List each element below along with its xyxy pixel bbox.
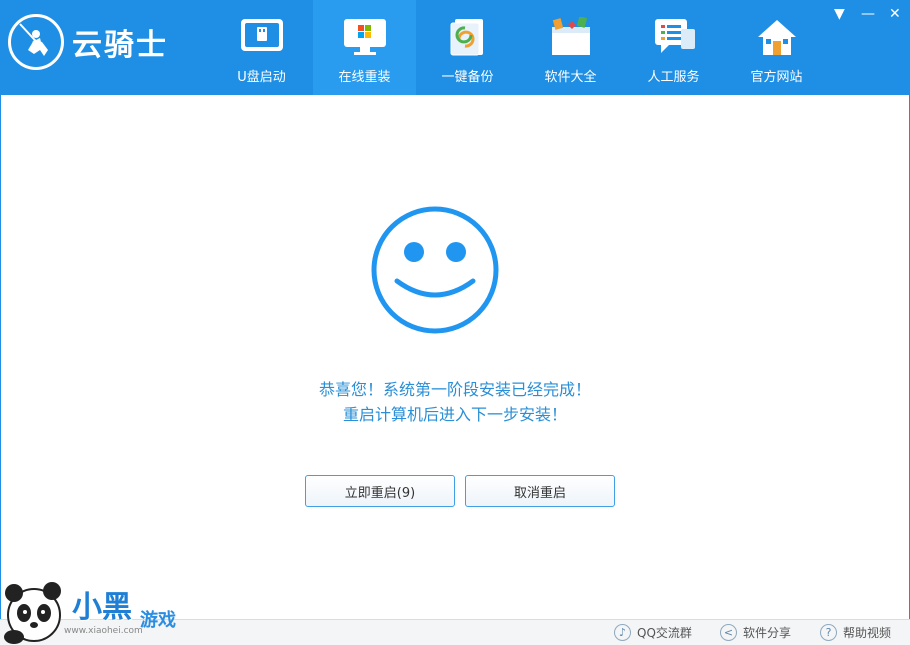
- tab-software-collection[interactable]: 软件大全: [519, 0, 622, 95]
- watermark-url: www.xiaohei.com: [64, 626, 143, 636]
- knight-logo-icon: [8, 14, 64, 70]
- tab-usb-boot[interactable]: U盘启动: [210, 0, 313, 95]
- app-name: 云骑士: [72, 28, 168, 63]
- qq-group-link[interactable]: ♪ QQ交流群: [614, 624, 692, 641]
- software-box-icon: [548, 16, 594, 58]
- restart-now-button[interactable]: 立即重启(9): [305, 475, 455, 507]
- close-button[interactable]: ✕: [889, 6, 901, 22]
- menu-dropdown-icon[interactable]: ▼: [834, 6, 845, 22]
- tab-label: U盘启动: [237, 70, 286, 85]
- tab-label: 一键备份: [441, 70, 494, 85]
- panda-icon: [4, 582, 61, 644]
- content-area: [0, 95, 910, 619]
- completion-message: 恭喜您！系统第一阶段安装已经完成！: [318, 380, 591, 399]
- cancel-restart-button[interactable]: 取消重启: [465, 475, 615, 507]
- chat-service-icon: [651, 16, 697, 58]
- tab-label: 官方网站: [750, 70, 803, 85]
- qq-icon: ♪: [614, 624, 631, 641]
- tab-online-reinstall[interactable]: 在线重装: [313, 0, 416, 95]
- tab-manual-service[interactable]: 人工服务: [622, 0, 725, 95]
- app-logo: 云骑士: [8, 12, 168, 72]
- share-label: 软件分享: [743, 626, 792, 640]
- usb-drive-icon: [239, 16, 285, 58]
- tab-label: 软件大全: [544, 70, 597, 85]
- backup-icon: [445, 16, 491, 58]
- help-icon: ?: [820, 624, 837, 641]
- watermark-subtitle: 游戏: [140, 610, 176, 631]
- tab-label: 人工服务: [647, 70, 700, 85]
- next-step-message: 重启计算机后进入下一步安装！: [342, 405, 567, 424]
- main-nav: U盘启动 在线重装 一键备份 软件大全 人工服务 官方网站: [210, 0, 828, 95]
- help-video-link[interactable]: ? 帮助视频: [820, 624, 891, 641]
- tab-label: 在线重装: [338, 70, 391, 85]
- help-video-label: 帮助视频: [843, 626, 892, 640]
- home-icon: [754, 16, 800, 58]
- windows-monitor-icon: [342, 16, 388, 58]
- qq-group-label: QQ交流群: [637, 626, 692, 640]
- tab-one-click-backup[interactable]: 一键备份: [416, 0, 519, 95]
- title-bar: 云骑士 U盘启动 在线重装 一键备份 软件大全 人工服务 官方网站 ▼ — ✕: [0, 0, 910, 95]
- smiley-icon: [370, 205, 500, 335]
- minimize-button[interactable]: —: [861, 6, 875, 22]
- watermark-title: 小黑: [72, 590, 132, 625]
- share-icon: <: [720, 624, 737, 641]
- share-link[interactable]: < 软件分享: [720, 624, 791, 641]
- tab-official-website[interactable]: 官方网站: [725, 0, 828, 95]
